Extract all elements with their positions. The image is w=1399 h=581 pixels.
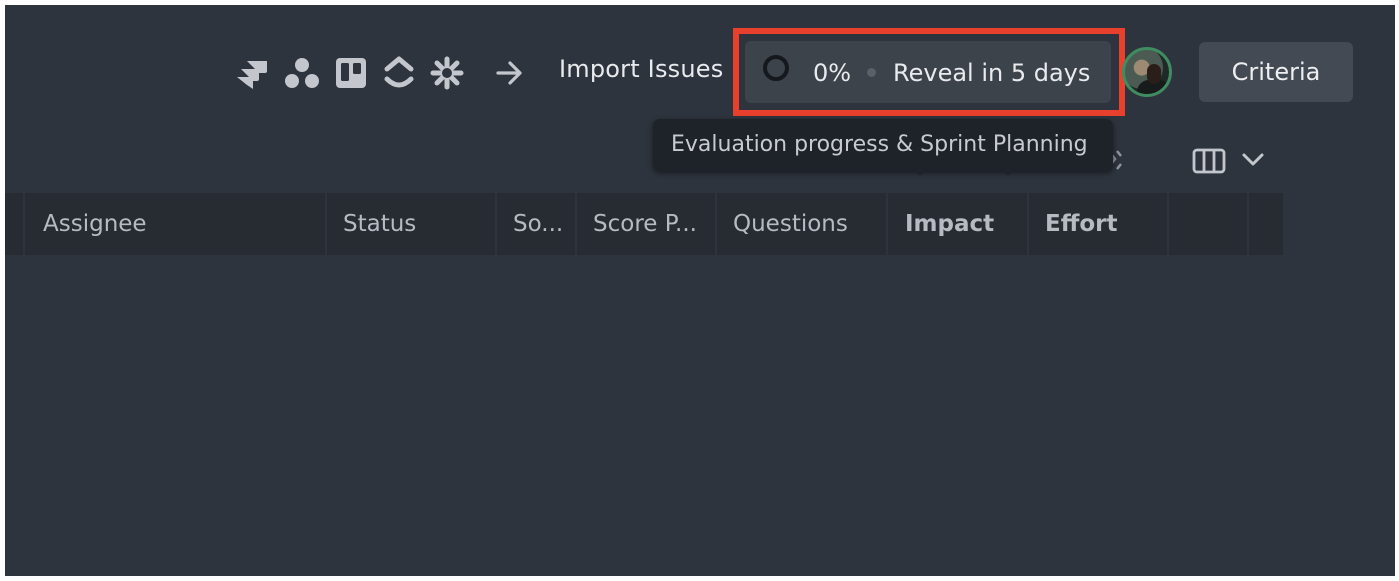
arrow-right-icon[interactable]: [495, 59, 525, 87]
tooltip-caret: [913, 169, 927, 176]
column-header-assignee[interactable]: Assignee: [26, 193, 327, 255]
chevron-down-icon[interactable]: [1241, 152, 1265, 168]
asana-icon[interactable]: [283, 56, 321, 92]
tooltip: Evaluation progress & Sprint Planning: [653, 119, 1113, 176]
highlight-box: [733, 28, 1125, 116]
trello-icon[interactable]: [335, 57, 367, 89]
columns-icon[interactable]: [1192, 148, 1226, 174]
column-spacer: [5, 193, 25, 255]
avatar[interactable]: [1122, 47, 1172, 97]
jira-icon[interactable]: [235, 57, 271, 93]
column-header-score[interactable]: Score P...: [576, 193, 717, 255]
import-issues-button[interactable]: Import Issues: [559, 55, 723, 83]
column-header-impact[interactable]: Impact: [888, 193, 1029, 255]
table-header: Assignee Status So... Score P... Questio…: [5, 193, 1283, 255]
tooltip-text: Evaluation progress & Sprint Planning: [671, 132, 1088, 157]
column-header-effort[interactable]: Effort: [1028, 193, 1169, 255]
shortcut-icon[interactable]: [430, 56, 464, 90]
table-body: [5, 255, 1395, 576]
column-header-extra[interactable]: [1248, 193, 1283, 255]
column-header-questions[interactable]: Questions: [716, 193, 888, 255]
tooltip-caret: [1001, 169, 1015, 176]
criteria-button[interactable]: Criteria: [1199, 42, 1353, 102]
app-window: Import Issues 0% Reveal in 5 days Criter…: [5, 5, 1395, 576]
column-header-extra[interactable]: [1168, 193, 1249, 255]
column-header-status[interactable]: Status: [326, 193, 497, 255]
clickup-icon[interactable]: [383, 55, 415, 91]
column-header-so[interactable]: So...: [496, 193, 577, 255]
